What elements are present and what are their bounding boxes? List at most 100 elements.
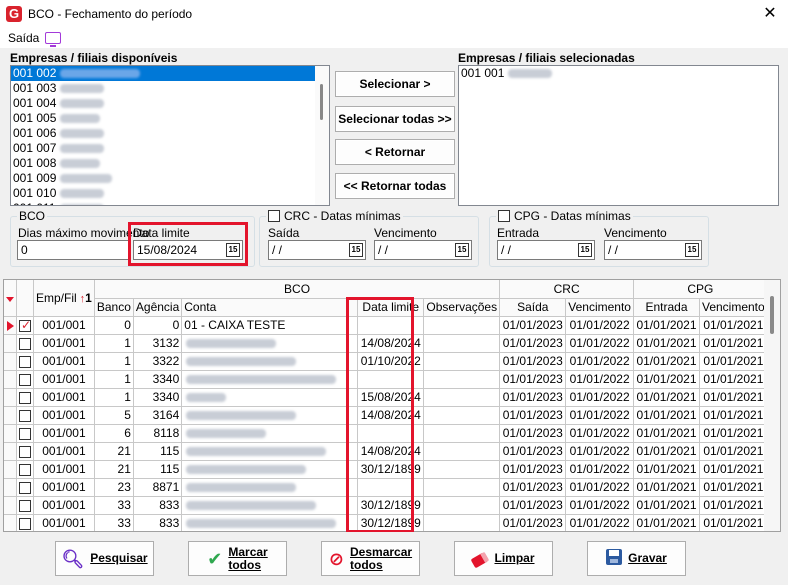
row-checkbox[interactable] xyxy=(19,409,31,422)
row-checkbox-cell[interactable] xyxy=(16,442,34,461)
row-checkbox-cell[interactable] xyxy=(16,352,34,371)
dias-maximo-input[interactable]: 0 xyxy=(17,240,129,260)
table-row[interactable]: 001/0010001 - CAIXA TESTE01/01/202301/01… xyxy=(4,316,768,335)
row-checkbox[interactable] xyxy=(19,318,31,332)
col-banco[interactable]: Banco xyxy=(94,298,134,317)
row-checkbox[interactable] xyxy=(19,391,31,404)
col-data-limite[interactable]: Data limite xyxy=(357,298,425,317)
selected-list[interactable]: 001 001 xyxy=(458,65,779,206)
available-item[interactable]: 001 003 xyxy=(11,81,329,96)
indicator-header xyxy=(4,280,17,317)
available-label: Empresas / filiais disponíveis xyxy=(10,51,178,65)
available-item[interactable]: 001 006 xyxy=(11,126,329,141)
available-item[interactable]: 001 004 xyxy=(11,96,329,111)
gravar-button[interactable]: Gravar xyxy=(587,541,686,576)
table-row[interactable]: 001/001 5 3164 14/08/2024 01/01/2023 01/01/20… xyxy=(4,406,768,425)
grid-scrollbar[interactable] xyxy=(764,280,780,531)
col-observacoes[interactable]: Observações xyxy=(423,298,501,317)
available-item[interactable]: 001 011 xyxy=(11,201,329,205)
emp-fil-header[interactable]: Emp/Fil ↑1 xyxy=(33,280,95,317)
retornar-button[interactable]: < Retornar xyxy=(335,139,455,165)
redacted-account xyxy=(186,447,327,457)
dias-maximo-label: Dias máximo movimento xyxy=(18,226,150,240)
redacted-account xyxy=(186,339,277,349)
selecionar-todas-button[interactable]: Selecionar todas >> xyxy=(335,106,455,132)
calendar-icon[interactable]: 15 xyxy=(455,243,469,257)
row-checkbox[interactable] xyxy=(19,463,31,476)
row-checkbox-cell[interactable] xyxy=(16,478,34,497)
cpg-entrada-input[interactable]: / / 15 xyxy=(497,240,595,260)
row-checkbox[interactable] xyxy=(19,445,31,458)
selected-item[interactable]: 001 001 xyxy=(459,66,778,81)
crc-saida-input[interactable]: / / 15 xyxy=(268,240,366,260)
available-item[interactable]: 001 002 xyxy=(11,66,329,81)
table-row[interactable]: 001/001 21 115 30/12/1899 01/01/2023 01/01/20… xyxy=(4,460,768,479)
row-checkbox-cell[interactable] xyxy=(16,388,34,407)
col-agencia[interactable]: Agência xyxy=(133,298,183,317)
available-item[interactable]: 001 008 xyxy=(11,156,329,171)
retornar-todas-button[interactable]: << Retornar todas xyxy=(335,173,455,199)
row-checkbox[interactable] xyxy=(19,517,31,530)
row-checkbox[interactable] xyxy=(19,337,31,350)
cpg-checkbox[interactable] xyxy=(498,210,510,222)
available-item[interactable]: 001 005 xyxy=(11,111,329,126)
row-checkbox[interactable] xyxy=(19,355,31,368)
col-crc-vencimento[interactable]: Vencimento xyxy=(565,298,634,317)
selecionar-button[interactable]: Selecionar > xyxy=(335,71,455,97)
monitor-icon[interactable] xyxy=(45,32,62,47)
crc-venc-input[interactable]: / / 15 xyxy=(374,240,472,260)
limpar-button[interactable]: Limpar xyxy=(454,541,553,576)
calendar-icon[interactable]: 15 xyxy=(226,243,240,257)
calendar-icon[interactable]: 15 xyxy=(685,243,699,257)
cell-banco: 21 xyxy=(94,442,134,461)
redacted-name xyxy=(60,159,101,169)
table-row[interactable]: 001/001 1 3132 14/08/2024 01/01/2023 01/01/20… xyxy=(4,334,768,353)
pesquisar-button[interactable]: 🔍︎ Pesquisar xyxy=(55,541,154,576)
calendar-icon[interactable]: 15 xyxy=(349,243,363,257)
table-row[interactable]: 001/001 1 3340 15/08/2024 01/01/2023 01/01/20… xyxy=(4,388,768,407)
row-checkbox-cell[interactable] xyxy=(16,460,34,479)
row-checkbox[interactable] xyxy=(19,427,31,440)
col-crc-saida[interactable]: Saída xyxy=(499,298,567,317)
cell-observacoes xyxy=(423,514,501,531)
row-checkbox-cell[interactable] xyxy=(16,316,34,335)
table-row[interactable]: 001/001 33 833 30/12/1899 01/01/2023 01/01/20… xyxy=(4,514,768,531)
close-icon[interactable]: ✕ xyxy=(760,4,780,24)
data-limite-input[interactable]: 15/08/2024 15 xyxy=(133,240,243,260)
row-checkbox-cell[interactable] xyxy=(16,406,34,425)
table-row[interactable]: 001/001 21 115 14/08/2024 01/01/2023 01/01/20… xyxy=(4,442,768,461)
table-row[interactable]: 001/001 23 8871 01/01/2023 01/01/2022 01/01/2… xyxy=(4,478,768,497)
col-cpg-vencimento[interactable]: Vencimento xyxy=(699,298,768,317)
col-cpg-entrada[interactable]: Entrada xyxy=(633,298,700,317)
available-item[interactable]: 001 010 xyxy=(11,186,329,201)
table-row[interactable]: 001/001 6 8118 01/01/2023 01/01/2022 01/01/20… xyxy=(4,424,768,443)
row-checkbox[interactable] xyxy=(19,481,31,494)
cell-banco: 1 xyxy=(94,352,134,371)
accounts-grid[interactable]: Emp/Fil ↑1 BCO CRC CPG Banco Agência Cont… xyxy=(3,279,781,532)
table-row[interactable]: 001/001 1 3322 01/10/2022 01/01/2023 01/01/20… xyxy=(4,352,768,371)
available-scrollbar[interactable] xyxy=(315,66,329,205)
row-checkbox-cell[interactable] xyxy=(16,514,34,531)
desmarcar-todos-button[interactable]: ⊘ Desmarcar todos xyxy=(321,541,420,576)
gravar-label: Gravar xyxy=(628,551,667,565)
row-checkbox-cell[interactable] xyxy=(16,370,34,389)
redacted-name xyxy=(60,114,101,124)
calendar-icon[interactable]: 15 xyxy=(578,243,592,257)
available-item[interactable]: 001 007 xyxy=(11,141,329,156)
cell-banco: 5 xyxy=(94,406,134,425)
row-checkbox-cell[interactable] xyxy=(16,334,34,353)
table-row[interactable]: 001/001 33 833 30/12/1899 01/01/2023 01/01/20… xyxy=(4,496,768,515)
available-list[interactable]: 001 002 001 003 001 004 001 005 001 006 001 0… xyxy=(10,65,330,206)
menu-saida[interactable]: Saída xyxy=(8,31,39,45)
row-checkbox[interactable] xyxy=(19,373,31,386)
row-checkbox-cell[interactable] xyxy=(16,424,34,443)
marcar-todos-button[interactable]: ✔ Marcar todos xyxy=(188,541,287,576)
cpg-venc-input[interactable]: / / 15 xyxy=(604,240,702,260)
table-row[interactable]: 001/001 1 3340 01/01/2023 01/01/2022 01/01/20… xyxy=(4,370,768,389)
col-conta[interactable]: Conta xyxy=(181,298,359,317)
cell-agencia: 833 xyxy=(133,514,183,531)
row-checkbox[interactable] xyxy=(19,499,31,512)
available-item[interactable]: 001 009 xyxy=(11,171,329,186)
row-checkbox-cell[interactable] xyxy=(16,496,34,515)
crc-checkbox[interactable] xyxy=(268,210,280,222)
